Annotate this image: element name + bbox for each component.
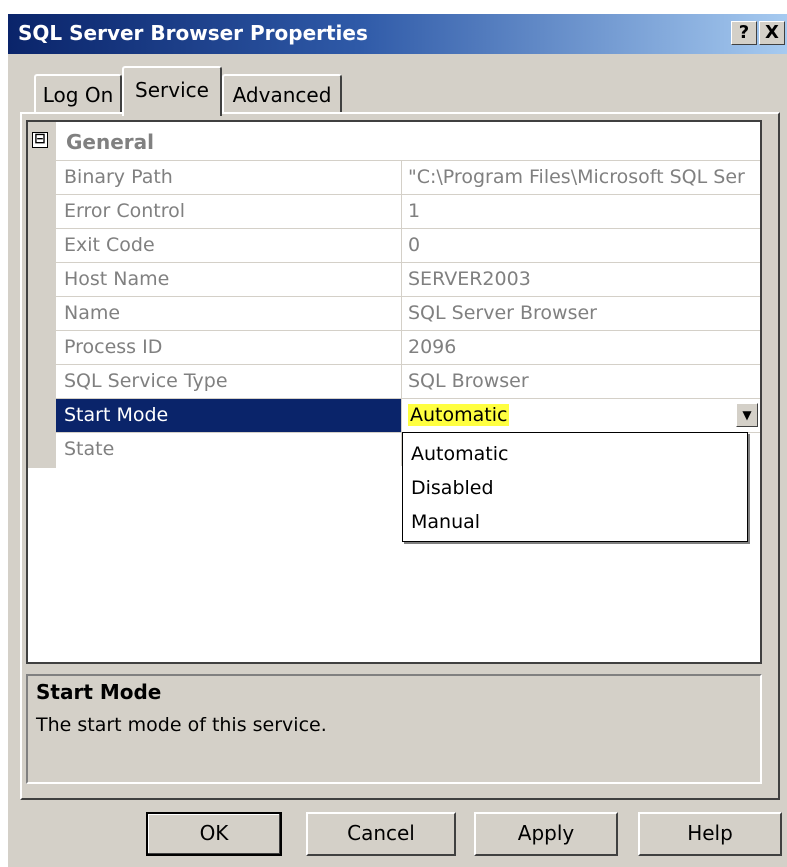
- tab-advanced[interactable]: Advanced: [222, 74, 342, 114]
- property-value: SQL Browser: [408, 370, 529, 392]
- category-label: General: [66, 130, 154, 154]
- dialog-body: Log On Service Advanced ⊟ General Binary…: [8, 54, 787, 867]
- property-row-exit-code[interactable]: Exit Code 0: [56, 228, 760, 262]
- property-grid[interactable]: ⊟ General Binary Path "C:\Program Files\…: [26, 120, 762, 664]
- category-general[interactable]: ⊟ General: [28, 122, 760, 162]
- property-row-name[interactable]: Name SQL Server Browser: [56, 296, 760, 330]
- start-mode-combo[interactable]: Automatic ▼: [402, 399, 760, 432]
- property-row-sql-service-type[interactable]: SQL Service Type SQL Browser: [56, 364, 760, 398]
- grid-gutter: [28, 122, 56, 468]
- property-name: SQL Service Type: [56, 365, 402, 398]
- dropdown-option-automatic[interactable]: Automatic: [403, 437, 747, 471]
- property-name: Process ID: [56, 331, 402, 364]
- property-value: 1: [408, 200, 421, 222]
- property-name: Error Control: [56, 195, 402, 228]
- property-name: Binary Path: [56, 161, 402, 194]
- dropdown-option-disabled[interactable]: Disabled: [403, 471, 747, 505]
- property-row-process-id[interactable]: Process ID 2096: [56, 330, 760, 364]
- help-button[interactable]: Help: [638, 812, 782, 856]
- properties-window: SQL Server Browser Properties ? X Log On…: [0, 0, 787, 867]
- property-value: SERVER2003: [408, 268, 531, 290]
- title-bar[interactable]: SQL Server Browser Properties ? X: [8, 14, 787, 54]
- property-value: SQL Server Browser: [408, 302, 597, 324]
- property-row-binary-path[interactable]: Binary Path "C:\Program Files\Microsoft …: [56, 160, 760, 194]
- start-mode-dropdown-list[interactable]: Automatic Disabled Manual: [402, 432, 748, 542]
- property-name: State: [56, 433, 402, 466]
- apply-button[interactable]: Apply: [474, 812, 618, 856]
- property-value: "C:\Program Files\Microsoft SQL Ser: [408, 166, 745, 188]
- dropdown-option-manual[interactable]: Manual: [403, 505, 747, 539]
- property-name: Name: [56, 297, 402, 330]
- tab-log-on[interactable]: Log On: [34, 74, 122, 114]
- start-mode-value: Automatic: [408, 404, 510, 426]
- collapse-icon[interactable]: ⊟: [32, 132, 48, 148]
- close-button[interactable]: X: [759, 21, 785, 45]
- window-title: SQL Server Browser Properties: [18, 21, 368, 45]
- tab-service[interactable]: Service: [122, 66, 222, 116]
- property-name: Start Mode: [56, 399, 402, 432]
- description-text: The start mode of this service.: [36, 714, 327, 736]
- property-value: 2096: [408, 336, 457, 358]
- property-value: 0: [408, 234, 421, 256]
- description-title: Start Mode: [36, 680, 162, 704]
- ok-button[interactable]: OK: [146, 812, 282, 856]
- property-row-host-name[interactable]: Host Name SERVER2003: [56, 262, 760, 296]
- property-name: Exit Code: [56, 229, 402, 262]
- description-panel: Start Mode The start mode of this servic…: [26, 674, 762, 784]
- property-row-error-control[interactable]: Error Control 1: [56, 194, 760, 228]
- cancel-button[interactable]: Cancel: [306, 812, 456, 856]
- property-row-start-mode[interactable]: Start Mode Automatic ▼: [56, 398, 760, 432]
- property-name: Host Name: [56, 263, 402, 296]
- help-title-button[interactable]: ?: [731, 21, 757, 45]
- dropdown-arrow-icon[interactable]: ▼: [736, 403, 758, 427]
